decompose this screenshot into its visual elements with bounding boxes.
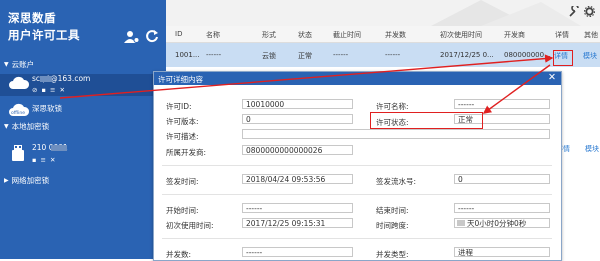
network-lock-header[interactable]: ▶ 网络加密锁 <box>4 175 49 186</box>
first-use-label: 初次使用时间: <box>166 221 214 230</box>
concurrency-type-field[interactable]: 进程 <box>454 247 550 257</box>
issue-serial-field[interactable]: 0 <box>454 174 550 184</box>
license-version-field[interactable]: 0 <box>242 114 353 124</box>
issue-time-field[interactable]: 2018/04/24 09:53:56 <box>242 174 353 184</box>
time-span-label: 时间跨度: <box>376 221 409 230</box>
cell-deadline: ------ <box>333 51 349 59</box>
account-tools[interactable]: ⊘ ▪ ≡ ✕ <box>32 86 66 94</box>
cell-status: 正常 <box>298 52 312 60</box>
license-desc-label: 许可描述: <box>166 132 199 141</box>
col-developer[interactable]: 开发商 <box>504 30 525 40</box>
start-time-field[interactable]: ------ <box>242 203 353 213</box>
developer-label: 所属开发商: <box>166 148 207 157</box>
table-row[interactable]: 1001... ------ 云锁 正常 ------ ------ 2017/… <box>166 43 600 67</box>
end-time-field[interactable]: ------ <box>454 203 550 213</box>
expand-arrow-icon: ▶ <box>4 177 9 184</box>
col-status[interactable]: 状态 <box>298 30 312 40</box>
cell-developer: 080000000... <box>504 51 551 59</box>
license-id-field[interactable]: 10010000 <box>242 99 353 109</box>
detail-column-area: 详情 模块 <box>556 70 600 259</box>
license-desc-field[interactable] <box>242 129 550 139</box>
start-time-label: 开始时间: <box>166 206 199 215</box>
col-concurrency[interactable]: 并发数 <box>385 30 406 40</box>
table-header: ID 名称 形式 状态 截止时间 并发数 初次使用时间 开发商 详情 其他 <box>166 26 600 43</box>
app-title-line2: 用户许可工具 <box>8 28 80 42</box>
dialog-title: 许可详细内容 <box>158 75 203 84</box>
wrench-icon[interactable] <box>569 4 580 20</box>
dialog-header: 许可详细内容 ✕ <box>154 72 561 85</box>
decorative-banner <box>431 0 581 26</box>
issue-time-label: 签发时间: <box>166 177 199 186</box>
concurrency-label: 并发数: <box>166 250 192 259</box>
close-icon[interactable]: ✕ <box>548 72 556 83</box>
end-time-label: 结束时间: <box>376 206 409 215</box>
section-divider <box>162 238 552 239</box>
app-title-line1: 深思数盾 <box>8 11 56 25</box>
col-first-use[interactable]: 初次使用时间 <box>440 30 482 40</box>
redaction-blur <box>457 220 465 226</box>
cell-id: 1001... <box>175 51 200 59</box>
concurrency-field[interactable]: ------ <box>242 247 353 257</box>
module-link[interactable]: 模块 <box>583 51 597 61</box>
offline-icon: offline <box>8 103 30 119</box>
detail-highlight-box <box>553 50 573 66</box>
user-settings-icon[interactable] <box>124 30 140 46</box>
cell-name: ------ <box>206 51 222 59</box>
time-span-field[interactable]: 天0小时0分钟0秒 <box>454 218 550 228</box>
cloud-icon <box>8 76 30 92</box>
local-lock-header[interactable]: ▼ 本地加密锁 <box>4 121 49 132</box>
collapse-arrow-icon: ▼ <box>4 61 9 68</box>
license-name-field[interactable]: ------ <box>454 99 550 109</box>
col-other[interactable]: 其他 <box>584 30 598 40</box>
developer-field[interactable]: 0800000000000026 <box>242 145 353 155</box>
cloud-account-header[interactable]: ▼ 云账户 <box>4 59 34 70</box>
license-id-label: 许可ID: <box>166 102 192 111</box>
gear-icon[interactable] <box>583 5 596 20</box>
concurrency-type-label: 并发类型: <box>376 250 409 259</box>
col-deadline[interactable]: 截止时间 <box>333 30 361 40</box>
offline-lock-label[interactable]: 深思软锁 <box>32 103 62 114</box>
section-divider <box>162 194 552 195</box>
license-version-label: 许可版本: <box>166 117 199 126</box>
license-detail-dialog: 许可详细内容 ✕ 许可ID: 10010000 许可名称: ------ 许可版… <box>153 71 562 261</box>
redaction-blur <box>51 145 67 151</box>
module-link-2[interactable]: 模块 <box>585 144 599 154</box>
section-divider <box>162 165 552 166</box>
col-id[interactable]: ID <box>175 30 182 38</box>
refresh-icon[interactable] <box>145 29 159 45</box>
sidebar: 深思数盾 用户许可工具 ▼ 云账户 sc pt@163.com ⊘ ▪ ≡ ✕ … <box>0 0 166 259</box>
col-detail[interactable]: 详情 <box>555 30 569 40</box>
first-use-field[interactable]: 2017/12/25 09:15:31 <box>242 218 353 228</box>
top-bar <box>166 0 600 26</box>
issue-serial-label: 签发流水号: <box>376 177 417 186</box>
cell-concurrency: ------ <box>385 51 401 59</box>
status-highlight-box <box>370 112 483 129</box>
device-tools[interactable]: ▪ ≡ ✕ <box>32 156 56 164</box>
svg-text:offline: offline <box>11 110 25 116</box>
col-name[interactable]: 名称 <box>206 30 220 40</box>
collapse-arrow-icon: ▼ <box>4 123 9 130</box>
cell-first-use: 2017/12/25 0... <box>440 51 494 59</box>
usb-key-icon <box>12 145 24 163</box>
license-name-label: 许可名称: <box>376 102 409 111</box>
cell-form: 云锁 <box>262 52 276 60</box>
redaction-blur <box>40 76 52 82</box>
col-form[interactable]: 形式 <box>262 30 276 40</box>
